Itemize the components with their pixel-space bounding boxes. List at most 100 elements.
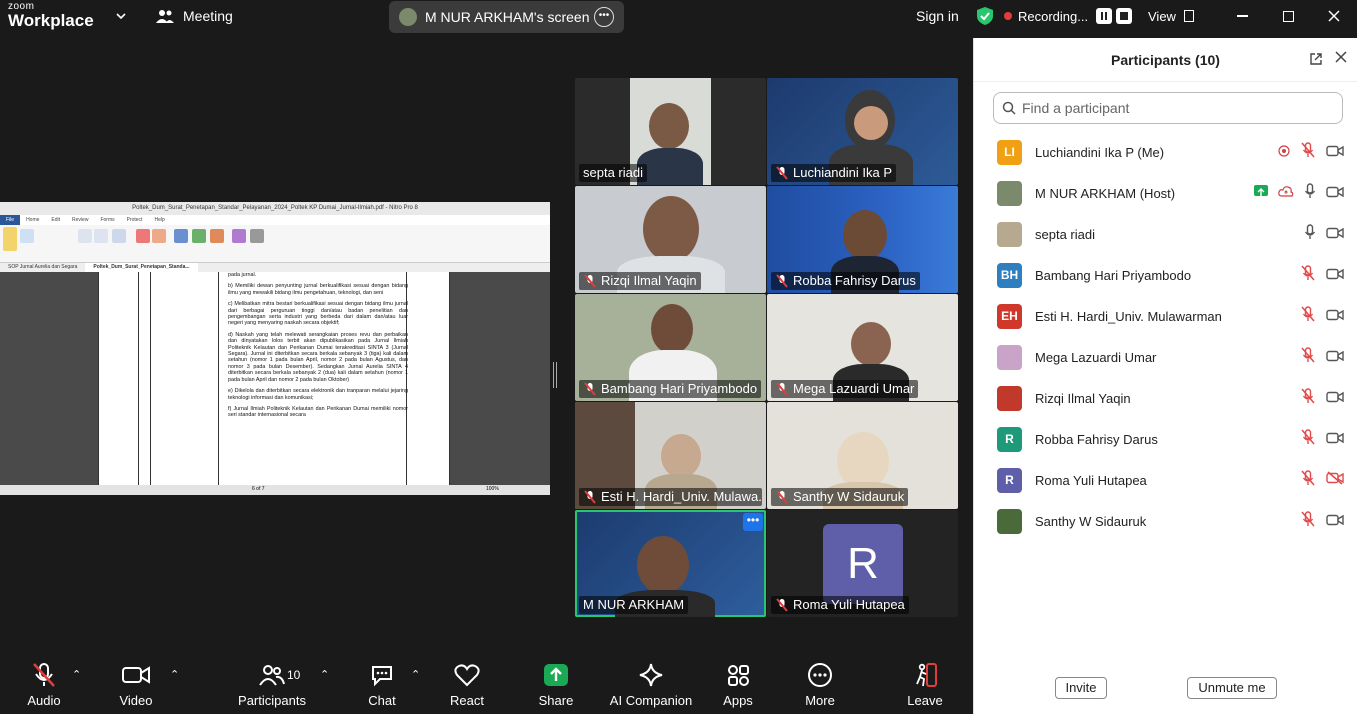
- type-text-icon: [94, 229, 108, 243]
- muted-mic-icon[interactable]: [1300, 511, 1316, 532]
- participant-search[interactable]: [993, 92, 1343, 124]
- doc-paragraph: f) Jurnal Ilmiah Politeknik Kelautan dan…: [228, 405, 408, 419]
- participant-row[interactable]: Rizqi Ilmal Yaqin: [974, 378, 1357, 419]
- video-camera-icon[interactable]: [1326, 144, 1344, 162]
- doc-paragraph: b) Memiliki dewan penyunting jurnal berk…: [228, 283, 408, 296]
- shared-screen-content[interactable]: Poltek_Dum_Surat_Penetapan_Standar_Pelay…: [0, 202, 550, 495]
- audio-options-caret-icon[interactable]: ⌃: [72, 668, 81, 681]
- maximize-icon[interactable]: [1283, 0, 1294, 32]
- participant-name-label: M NUR ARKHAM: [579, 596, 689, 614]
- video-tile[interactable]: Esti H. Hardi_Univ. Mulawa...: [575, 402, 766, 509]
- video-camera-icon[interactable]: [1326, 513, 1344, 531]
- participant-row[interactable]: Mega Lazuardi Umar: [974, 337, 1357, 378]
- muted-mic-icon[interactable]: [1300, 265, 1316, 286]
- muted-mic-icon: [583, 490, 597, 504]
- chat-button[interactable]: Chat: [342, 662, 422, 708]
- video-tile[interactable]: septa riadi: [575, 78, 766, 185]
- participant-row[interactable]: R Roma Yuli Hutapea: [974, 460, 1357, 501]
- video-camera-icon[interactable]: [1326, 308, 1344, 326]
- video-tile[interactable]: Santhy W Sidauruk: [767, 402, 958, 509]
- avatar: [997, 345, 1022, 370]
- chat-options-caret-icon[interactable]: ⌃: [411, 668, 420, 681]
- video-tile-active-speaker[interactable]: ••• M NUR ARKHAM: [575, 510, 766, 617]
- document-ribbon: [0, 225, 550, 263]
- participant-row[interactable]: M NUR ARKHAM (Host): [974, 173, 1357, 214]
- video-camera-icon[interactable]: [1326, 185, 1344, 203]
- top-bar: zoom Workplace Meeting M NUR ARKHAM's sc…: [0, 0, 972, 36]
- close-window-icon[interactable]: [1328, 0, 1340, 32]
- participant-row[interactable]: BH Bambang Hari Priyambodo: [974, 255, 1357, 296]
- participant-row[interactable]: R Robba Fahrisy Darus: [974, 419, 1357, 460]
- recording-indicator[interactable]: Recording...: [1004, 0, 1133, 32]
- apps-button[interactable]: Apps: [698, 662, 778, 708]
- recording-status-icon: [1278, 144, 1290, 162]
- chat-label: Chat: [368, 693, 396, 708]
- meeting-info-button[interactable]: Meeting: [155, 0, 233, 32]
- close-icon[interactable]: [1335, 50, 1347, 68]
- cloud-upload-icon: [1278, 185, 1294, 203]
- minimize-icon[interactable]: [1237, 0, 1248, 32]
- invite-button[interactable]: Invite: [1055, 677, 1107, 699]
- muted-mic-icon[interactable]: [1300, 388, 1316, 409]
- stop-recording-icon[interactable]: [1116, 8, 1133, 24]
- muted-mic-icon[interactable]: [1300, 306, 1316, 327]
- tile-name: Esti H. Hardi_Univ. Mulawa...: [601, 489, 762, 504]
- video-off-icon[interactable]: [1326, 471, 1344, 490]
- more-button[interactable]: More: [780, 662, 860, 708]
- video-camera-icon[interactable]: [1326, 390, 1344, 408]
- video-tile[interactable]: Rizqi Ilmal Yaqin: [575, 186, 766, 293]
- tile-more-options-icon[interactable]: •••: [743, 513, 763, 531]
- ai-companion-button[interactable]: AI Companion: [602, 662, 700, 708]
- to-other-icon: [250, 229, 264, 243]
- muted-mic-icon[interactable]: [1300, 429, 1316, 450]
- to-powerpoint-icon: [210, 229, 224, 243]
- video-tile[interactable]: Mega Lazuardi Umar: [767, 294, 958, 401]
- mic-icon[interactable]: [1304, 224, 1316, 245]
- video-options-caret-icon[interactable]: ⌃: [170, 668, 179, 681]
- react-button[interactable]: React: [427, 662, 507, 708]
- muted-mic-icon[interactable]: [1300, 142, 1316, 163]
- participant-name: Luchiandini Ika P (Me): [1035, 145, 1165, 160]
- participants-options-caret-icon[interactable]: ⌃: [320, 668, 329, 681]
- participant-status-icons: [1300, 347, 1344, 368]
- video-camera-icon[interactable]: [1326, 226, 1344, 244]
- participants-panel: Participants (10) LI Luchiandini Ika P (M…: [973, 38, 1357, 714]
- video-camera-icon[interactable]: [1326, 349, 1344, 367]
- meeting-toolbar: Audio ⌃ Video ⌃ Participants 10 ⌃ Chat ⌃…: [0, 654, 972, 714]
- video-tile[interactable]: Bambang Hari Priyambodo: [575, 294, 766, 401]
- to-excel-icon: [192, 229, 206, 243]
- muted-mic-icon[interactable]: [1300, 470, 1316, 491]
- video-tile[interactable]: Robba Fahrisy Darus: [767, 186, 958, 293]
- video-camera-icon[interactable]: [1326, 267, 1344, 285]
- participant-row[interactable]: septa riadi: [974, 214, 1357, 255]
- sharing-status-icon: [1254, 184, 1268, 203]
- sign-in-link[interactable]: Sign in: [916, 0, 959, 32]
- participant-row[interactable]: LI Luchiandini Ika P (Me): [974, 132, 1357, 173]
- share-button[interactable]: Share: [516, 662, 596, 708]
- select-tool-icon: [78, 229, 92, 243]
- chat-icon: [342, 662, 422, 688]
- more-options-icon[interactable]: •••: [594, 7, 614, 27]
- chevron-down-icon[interactable]: [115, 0, 127, 32]
- participant-row[interactable]: Santhy W Sidauruk: [974, 501, 1357, 542]
- video-tile[interactable]: R Roma Yuli Hutapea: [767, 510, 958, 617]
- unmute-me-button[interactable]: Unmute me: [1187, 677, 1277, 699]
- search-input[interactable]: [1022, 100, 1322, 116]
- ribbon-tab: Protect: [126, 217, 143, 223]
- view-button[interactable]: View: [1148, 0, 1194, 32]
- video-tile[interactable]: Luchiandini Ika P: [767, 78, 958, 185]
- participant-name-label: Roma Yuli Hutapea: [771, 596, 909, 614]
- shared-screen-pill[interactable]: M NUR ARKHAM's screen •••: [389, 1, 624, 33]
- video-camera-icon[interactable]: [1326, 431, 1344, 449]
- tile-name: Bambang Hari Priyambodo: [601, 381, 758, 396]
- participant-row[interactable]: EH Esti H. Hardi_Univ. Mulawarman: [974, 296, 1357, 337]
- pop-out-icon[interactable]: [1309, 52, 1323, 71]
- recording-label: Recording...: [1018, 8, 1089, 24]
- mic-icon[interactable]: [1304, 183, 1316, 204]
- video-button[interactable]: Video: [96, 662, 176, 708]
- security-shield-icon[interactable]: [976, 0, 994, 32]
- muted-mic-icon[interactable]: [1300, 347, 1316, 368]
- pause-recording-icon[interactable]: [1096, 8, 1113, 24]
- leave-button[interactable]: Leave: [885, 662, 965, 708]
- splitter-handle[interactable]: [553, 362, 557, 388]
